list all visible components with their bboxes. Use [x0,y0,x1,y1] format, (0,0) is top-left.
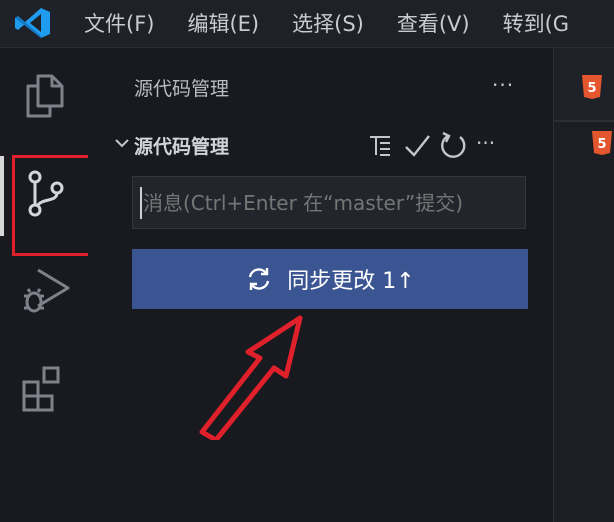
html5-icon: 5 [592,131,612,155]
title-bar: 文件(F) 编辑(E) 选择(S) 查看(V) 转到(G [0,0,614,48]
menu-item-view[interactable]: 查看(V) [397,0,470,48]
chevron-down-icon [115,139,129,148]
menu-bar: 文件(F) 编辑(E) 选择(S) 查看(V) 转到(G [84,0,602,48]
vscode-logo-icon [15,8,50,38]
svg-text:5: 5 [587,81,596,96]
editor-area: 5 5 [553,48,614,522]
run-debug-icon[interactable] [18,264,72,318]
scm-section-header[interactable]: 源代码管理 ··· [112,131,532,161]
menu-item-file[interactable]: 文件(F) [84,0,154,48]
explorer-icon[interactable] [18,68,72,122]
refresh-icon[interactable] [438,131,468,161]
active-indicator [0,156,4,236]
more-icon[interactable]: ··· [476,131,495,155]
sync-icon [249,268,270,290]
extensions-icon[interactable] [18,362,72,416]
svg-text:5: 5 [597,137,606,152]
vscode-window: 文件(F) 编辑(E) 选择(S) 查看(V) 转到(G 源代码管理 ··· 源… [0,0,614,522]
menu-item-edit[interactable]: 编辑(E) [187,0,259,48]
commit-check-icon[interactable] [402,131,432,161]
sidebar-title: 源代码管理 [134,78,230,100]
view-as-tree-icon[interactable] [366,131,396,161]
breadcrumb[interactable]: 5 [554,122,614,164]
menu-item-go[interactable]: 转到(G [503,0,569,48]
menu-item-selection[interactable]: 选择(S) [292,0,364,48]
html5-icon: 5 [582,75,602,99]
source-control-sidebar: 源代码管理 ··· 源代码管理 ··· 消息(Ctrl+Enter 在“mast… [88,48,553,522]
scm-section-title: 源代码管理 [134,136,230,158]
editor-tab[interactable]: 5 [554,48,614,122]
sync-button-label: 同步更改 1↑ [287,269,415,294]
sidebar-more-button[interactable]: ··· [492,73,514,97]
sync-changes-button[interactable]: 同步更改 1↑ [132,249,528,309]
text-caret [140,187,142,219]
commit-message-input[interactable] [132,176,526,229]
activity-bar [0,48,106,522]
